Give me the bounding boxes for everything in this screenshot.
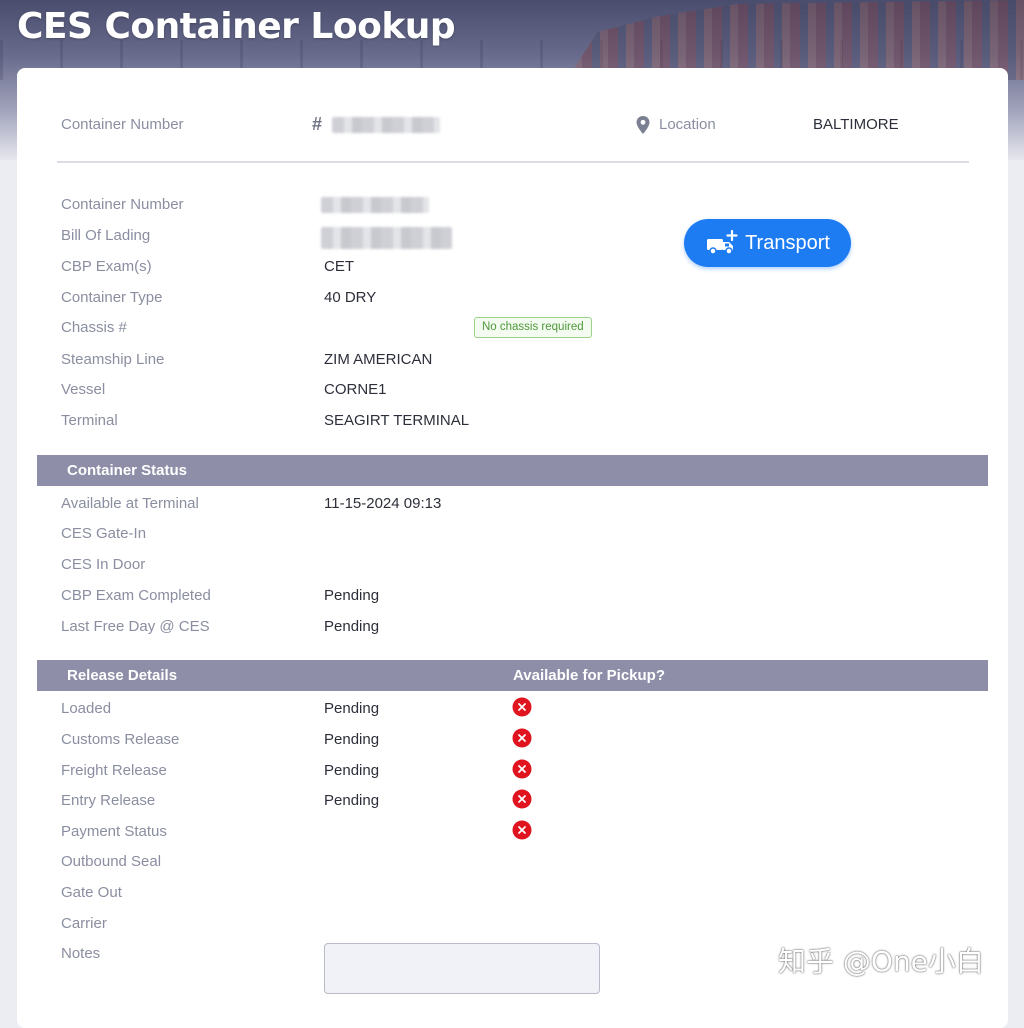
- pickup-header: Available for Pickup?: [513, 667, 665, 684]
- no-chassis-badge: No chassis required: [474, 317, 592, 338]
- detail-label: Vessel: [61, 381, 106, 398]
- release-label: Carrier: [61, 915, 107, 932]
- detail-label: Bill Of Lading: [61, 227, 151, 244]
- x-circle-icon: [512, 697, 532, 717]
- entry-release-value: Pending: [324, 792, 380, 809]
- release-label: Entry Release: [61, 792, 156, 809]
- detail-label: Steamship Line: [61, 351, 165, 368]
- status-label: Available at Terminal: [61, 495, 199, 512]
- location-value: BALTIMORE: [813, 116, 899, 133]
- container-status-title: Container Status: [67, 462, 188, 479]
- detail-label: Container Number: [61, 196, 184, 213]
- container-type-value: 40 DRY: [324, 289, 377, 306]
- freight-release-value: Pending: [324, 762, 380, 779]
- bill-of-lading-value-redacted: [321, 227, 452, 249]
- release-details-title: Release Details: [67, 667, 178, 684]
- cbp-exam-completed-value: Pending: [324, 587, 380, 604]
- vessel-value: CORNE1: [324, 381, 387, 398]
- header-divider: [57, 161, 969, 163]
- detail-label: CBP Exam(s): [61, 258, 152, 275]
- detail-label: Container Type: [61, 289, 163, 306]
- x-circle-icon: [512, 820, 532, 840]
- container-number-label: Container Number: [61, 116, 184, 133]
- release-label: Freight Release: [61, 762, 167, 779]
- status-label: Last Free Day @ CES: [61, 618, 210, 635]
- release-details-header: Release Details Available for Pickup?: [37, 660, 988, 691]
- lookup-card: Container Number # Location BALTIMORE Co…: [17, 68, 1008, 1028]
- release-label: Customs Release: [61, 731, 180, 748]
- watermark-text: 知乎 @One小白: [778, 945, 984, 978]
- container-number-value-redacted: [321, 197, 429, 213]
- release-label: Notes: [61, 945, 101, 962]
- truck-plus-icon: [707, 230, 738, 255]
- release-label: Loaded: [61, 700, 112, 717]
- release-label: Payment Status: [61, 823, 167, 840]
- release-label: Outbound Seal: [61, 853, 162, 870]
- customs-release-value: Pending: [324, 731, 380, 748]
- hash-icon: #: [312, 114, 323, 134]
- detail-label: Terminal: [61, 412, 118, 429]
- last-free-day-value: Pending: [324, 618, 380, 635]
- location-label: Location: [659, 116, 716, 133]
- release-label: Gate Out: [61, 884, 122, 901]
- cbp-exam-value: CET: [324, 258, 354, 275]
- loaded-value: Pending: [324, 700, 380, 717]
- detail-label: Chassis #: [61, 319, 127, 336]
- x-circle-icon: [512, 728, 532, 748]
- status-label: CES Gate-In: [61, 525, 147, 542]
- transport-button[interactable]: Transport: [684, 219, 851, 267]
- status-label: CBP Exam Completed: [61, 587, 211, 604]
- terminal-value: SEAGIRT TERMINAL: [324, 412, 470, 429]
- notes-field[interactable]: [324, 943, 600, 994]
- container-number-redacted: [332, 117, 440, 133]
- transport-button-label: Transport: [745, 231, 830, 254]
- x-circle-icon: [512, 789, 532, 809]
- available-at-terminal-value: 11-15-2024 09:13: [324, 495, 442, 512]
- x-circle-icon: [512, 759, 532, 779]
- steamship-line-value: ZIM AMERICAN: [324, 351, 433, 368]
- status-label: CES In Door: [61, 556, 146, 573]
- container-status-header: Container Status: [37, 455, 988, 486]
- location-pin-icon: [636, 116, 650, 134]
- page-title: CES Container Lookup: [17, 6, 456, 47]
